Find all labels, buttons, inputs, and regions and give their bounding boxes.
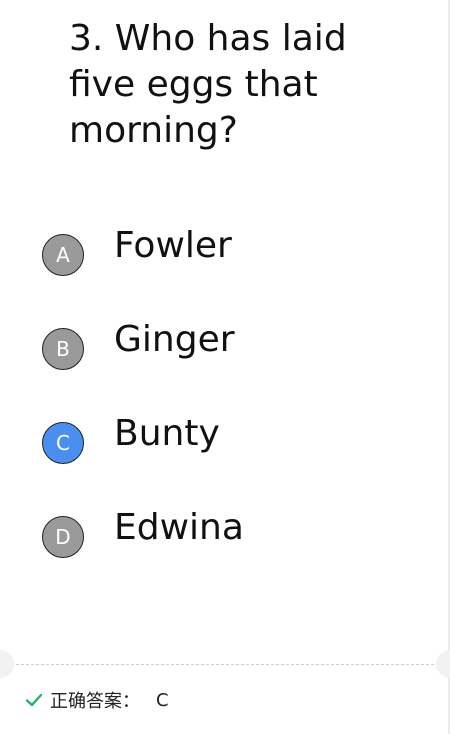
- card-notch-left: [0, 650, 14, 678]
- card-notch-right: [436, 650, 450, 678]
- correct-answer-row: 正确答案： C: [25, 688, 169, 712]
- option-c-selected[interactable]: C Bunty: [42, 413, 422, 466]
- option-label: Ginger: [114, 319, 235, 360]
- question-text: 3. Who has laid five eggs that morning?: [69, 18, 347, 151]
- check-icon: [25, 693, 43, 707]
- option-label: Edwina: [114, 507, 244, 548]
- dashed-divider: [16, 664, 434, 665]
- option-b[interactable]: B Ginger: [42, 319, 422, 372]
- correct-answer-value: C: [156, 689, 169, 711]
- option-letter-badge-selected: C: [42, 422, 84, 464]
- option-letter-badge: B: [42, 328, 84, 370]
- option-d[interactable]: D Edwina: [42, 507, 422, 560]
- option-label: Bunty: [114, 413, 220, 454]
- option-a[interactable]: A Fowler: [42, 225, 422, 278]
- correct-answer-label: 正确答案：: [50, 691, 140, 712]
- quiz-page: 3. Who has laid five eggs that morning? …: [0, 0, 450, 734]
- option-letter-badge: D: [42, 516, 84, 558]
- option-label: Fowler: [114, 225, 232, 266]
- option-letter-badge: A: [42, 234, 84, 276]
